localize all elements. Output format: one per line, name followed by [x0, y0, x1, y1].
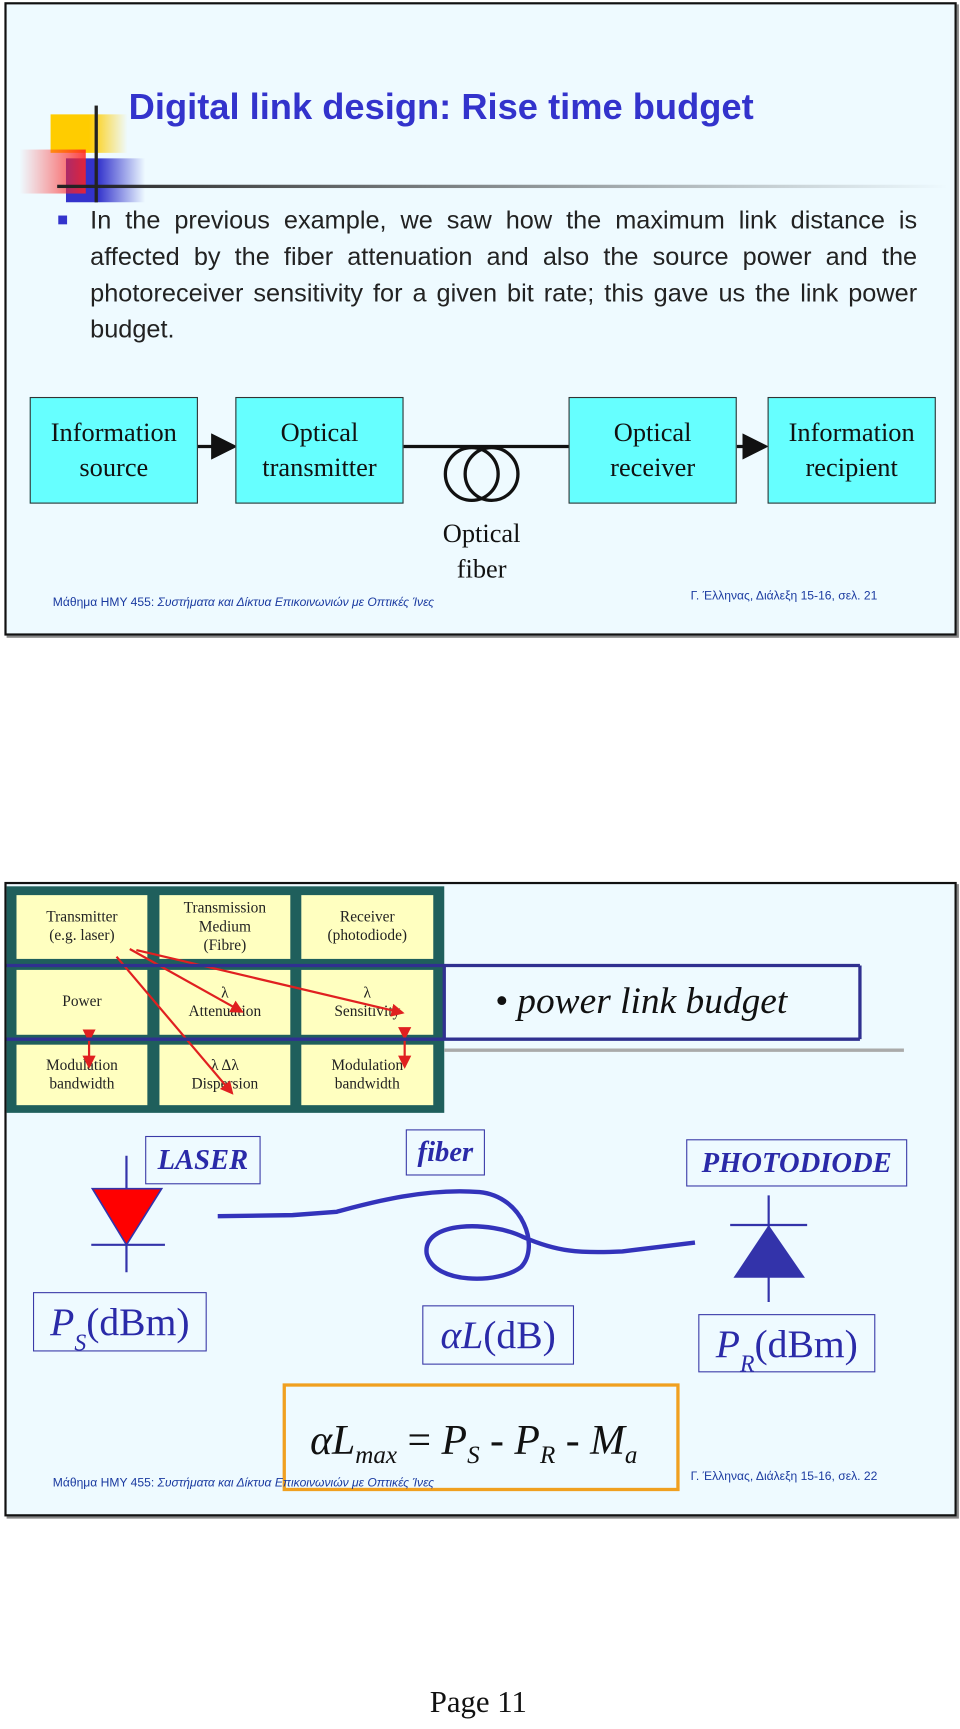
link-budget-formula: αLmax = PS - PR - Ma	[310, 1417, 638, 1469]
fiber-label: fiber	[405, 1129, 485, 1176]
information-recipient-box: Information recipient	[767, 396, 936, 504]
page-number: Page 11	[429, 1685, 527, 1720]
fiber-curve-icon	[217, 1189, 696, 1281]
red-arrow	[115, 955, 234, 1095]
red-arrow	[136, 949, 405, 1017]
red-arrow	[129, 948, 244, 1013]
laser-label: LASER	[145, 1135, 261, 1185]
information-source-box: Information source	[29, 396, 198, 504]
optical-fiber-label: Optical fiber	[442, 520, 521, 584]
photodiode-label: PHOTODIODE	[686, 1139, 908, 1187]
photodiode-icon	[730, 1195, 808, 1302]
source-power-box: PS (dBm)	[32, 1292, 207, 1355]
slide-22: Transmitter (e.g. laser) Transmission Medi…	[4, 881, 957, 1517]
footer-left: Μάθημα ΗΜΥ 455: Συστήματα και Δίκτυα Επι…	[52, 596, 434, 610]
footer-left: Μάθημα ΗΜΥ 455: Συστήματα και Δίκτυα Επι…	[52, 1476, 434, 1491]
fiber-loss-box: αL (dB)	[422, 1305, 575, 1365]
optical-receiver-box: Optical receiver	[568, 396, 737, 504]
received-power-box: PR (dBm)	[698, 1314, 876, 1377]
footer-right: Γ. Έλληνας, Διάλεξη 15-16, σελ. 22	[690, 1470, 878, 1484]
slide-21: Digital link design: Rise time budget In…	[4, 2, 957, 636]
power-link-budget-label: • power link budget	[494, 980, 788, 1022]
optical-transmitter-box: Optical transmitter	[235, 396, 404, 504]
footer-right: Γ. Έλληνας, Διάλεξη 15-16, σελ. 21	[690, 589, 878, 603]
